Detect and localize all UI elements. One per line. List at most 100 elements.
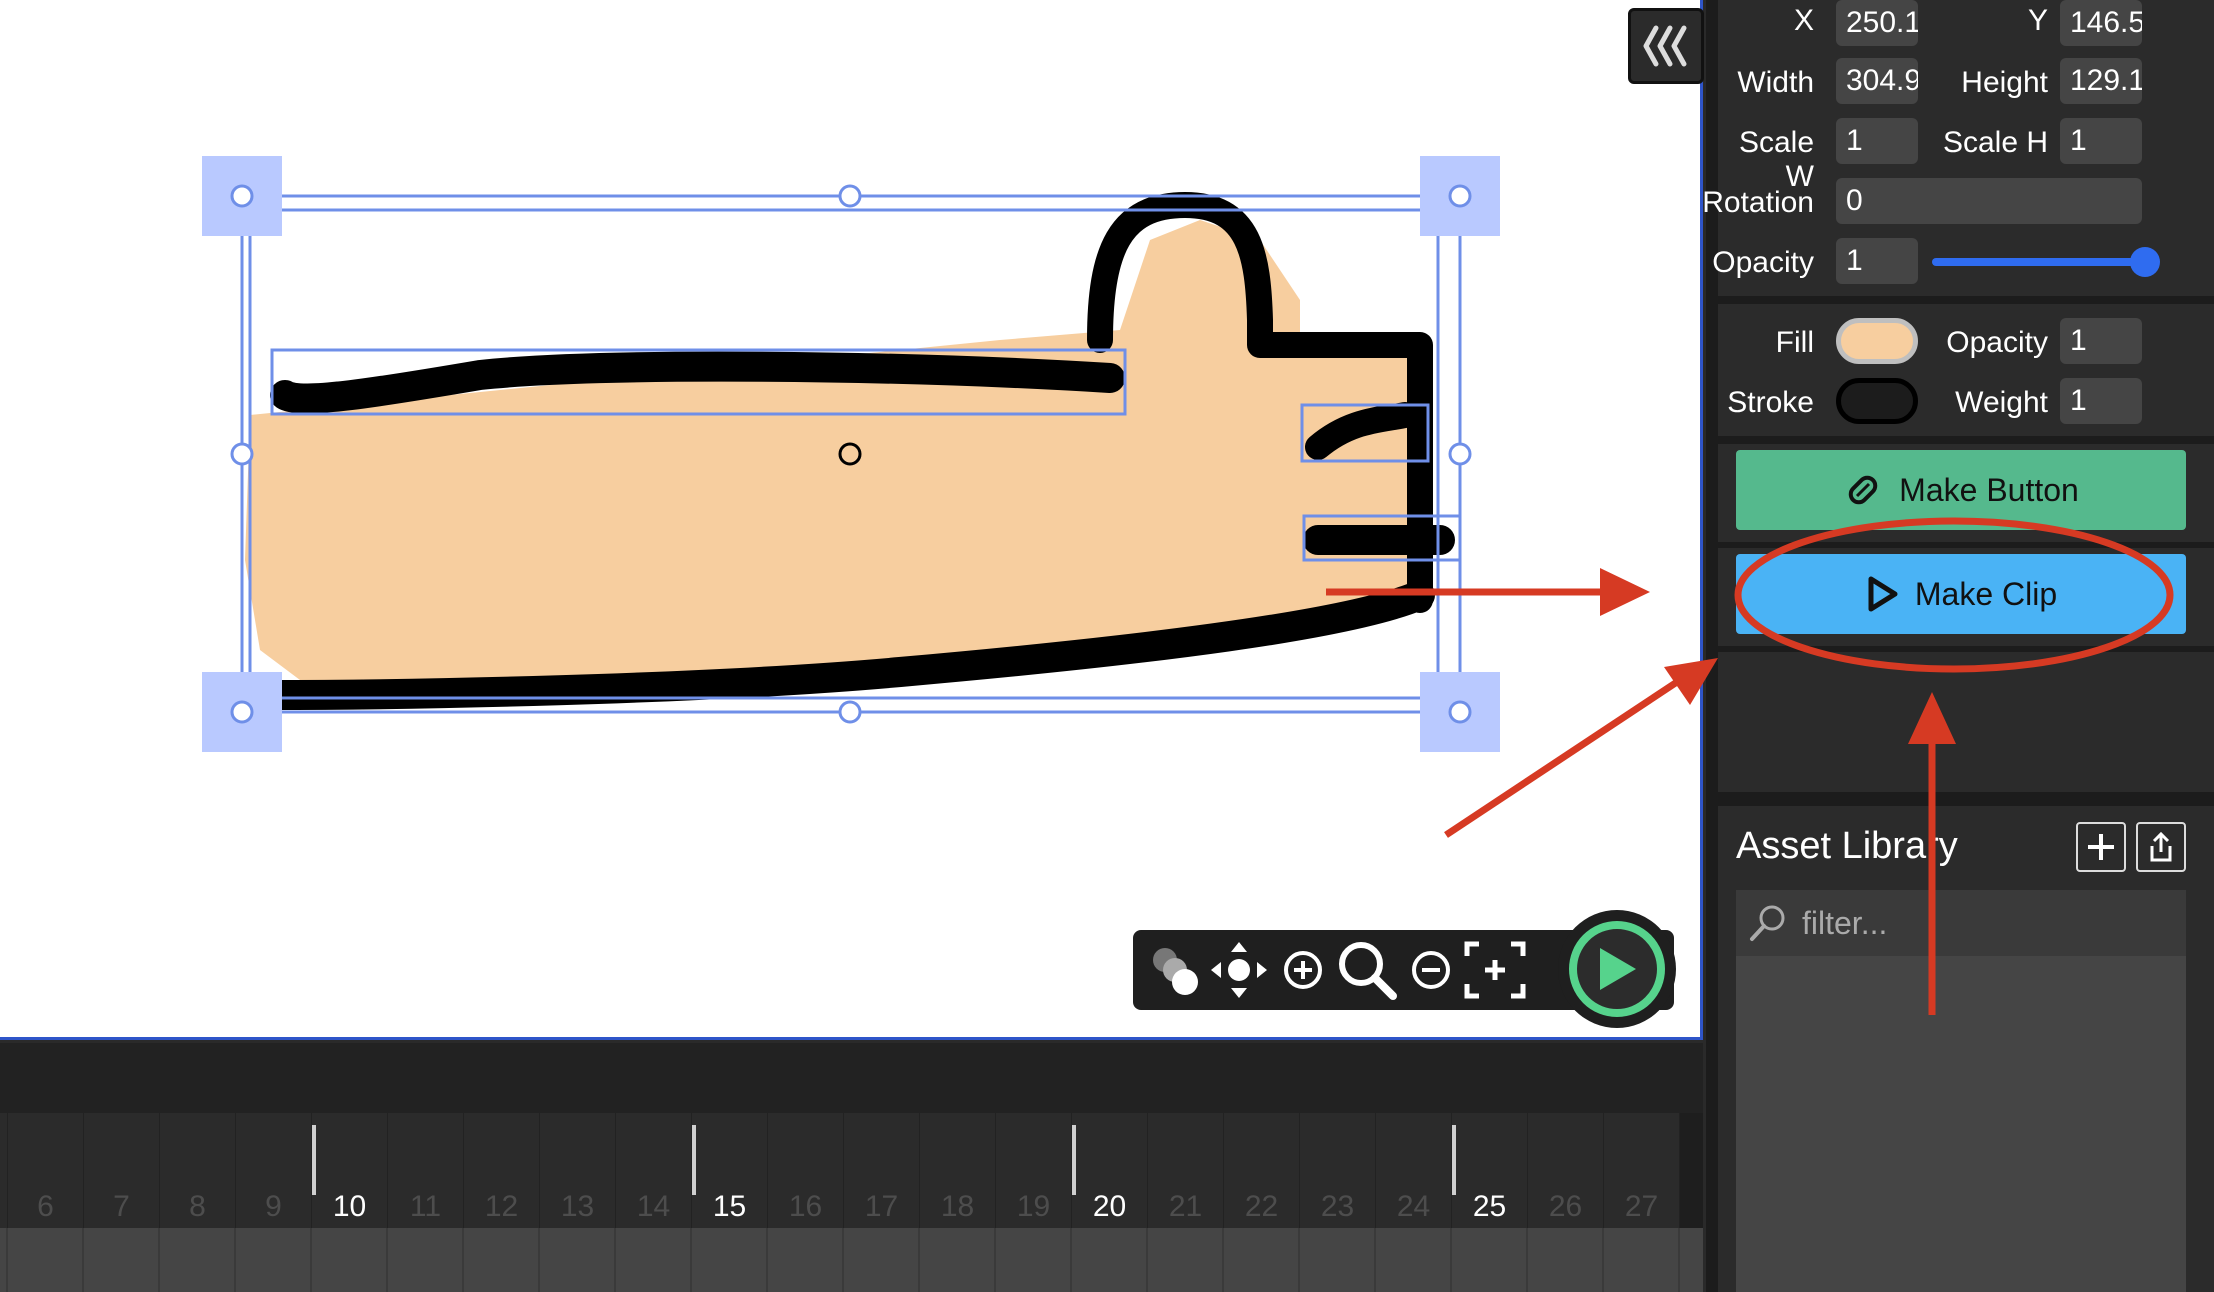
- make-clip-button[interactable]: Make Clip: [1736, 554, 2186, 634]
- frame-number: 6: [37, 1190, 54, 1223]
- frame-number: 14: [636, 1190, 671, 1223]
- panel-collapse-button[interactable]: [1628, 8, 1704, 84]
- frame-marker: [692, 1125, 696, 1195]
- timeline-frame-26[interactable]: 26: [1528, 1113, 1604, 1228]
- timeline-frame-24[interactable]: 24: [1376, 1113, 1452, 1228]
- frame-number: 15: [712, 1190, 747, 1223]
- asset-filter-input[interactable]: [1802, 904, 2182, 942]
- stroke-color-swatch[interactable]: [1836, 378, 1918, 424]
- timeline-frame-14[interactable]: 14: [616, 1113, 692, 1228]
- make-button-button[interactable]: Make Button: [1736, 450, 2186, 530]
- track-cell[interactable]: [1528, 1228, 1604, 1292]
- track-cell[interactable]: [1148, 1228, 1224, 1292]
- timeline-frame-7[interactable]: 7: [84, 1113, 160, 1228]
- export-asset-button[interactable]: [2136, 822, 2186, 872]
- track-cell[interactable]: [768, 1228, 844, 1292]
- app-root: 5678910111213141516171819202122232425262…: [0, 0, 2214, 1292]
- timeline-frame-9[interactable]: 9: [236, 1113, 312, 1228]
- zoom-out-button[interactable]: [1399, 935, 1463, 1005]
- frame-number: 12: [484, 1190, 519, 1223]
- weight-field[interactable]: 1: [2060, 378, 2142, 424]
- track-cell[interactable]: [996, 1228, 1072, 1292]
- track-cell[interactable]: [1072, 1228, 1148, 1292]
- track-cell[interactable]: [388, 1228, 464, 1292]
- track-cell[interactable]: [464, 1228, 540, 1292]
- play-button-ring: [1569, 921, 1665, 1017]
- fit-frame-button[interactable]: [1463, 935, 1527, 1005]
- track-cell[interactable]: [844, 1228, 920, 1292]
- share-icon: [2150, 831, 2172, 862]
- track-cell[interactable]: [920, 1228, 996, 1292]
- timeline-frame-13[interactable]: 13: [540, 1113, 616, 1228]
- timeline-frame-23[interactable]: 23: [1300, 1113, 1376, 1228]
- timeline-frame-10[interactable]: 10: [312, 1113, 388, 1228]
- track-cell[interactable]: [540, 1228, 616, 1292]
- timeline-frame-19[interactable]: 19: [996, 1113, 1072, 1228]
- timeline-frame-16[interactable]: 16: [768, 1113, 844, 1228]
- stroke-label: Stroke: [1727, 386, 1814, 419]
- stage-canvas[interactable]: [0, 0, 1703, 1040]
- timeline-frame-12[interactable]: 12: [464, 1113, 540, 1228]
- timeline-frame-22[interactable]: 22: [1224, 1113, 1300, 1228]
- frame-number: 13: [560, 1190, 595, 1223]
- timeline-frame-17[interactable]: 17: [844, 1113, 920, 1228]
- timeline-frame-21[interactable]: 21: [1148, 1113, 1224, 1228]
- search-icon: [1750, 905, 1785, 941]
- frame-number: 27: [1624, 1190, 1659, 1223]
- make-clip-label: Make Clip: [1914, 575, 2058, 612]
- x-field[interactable]: 250.1: [1836, 0, 1918, 46]
- timeline-frame-15[interactable]: 15: [692, 1113, 768, 1228]
- zoom-tool-button[interactable]: [1335, 935, 1399, 1005]
- track-cell[interactable]: [1604, 1228, 1680, 1292]
- opacity-slider-thumb[interactable]: [2130, 247, 2160, 277]
- timeline-frame-11[interactable]: 11: [388, 1113, 464, 1228]
- frame-marker: [1072, 1125, 1076, 1195]
- track-cell[interactable]: [616, 1228, 692, 1292]
- track-cell[interactable]: [1300, 1228, 1376, 1292]
- frame-number: 16: [788, 1190, 823, 1223]
- timeline-frame-8[interactable]: 8: [160, 1113, 236, 1228]
- onion-skin-button[interactable]: [1143, 935, 1207, 1005]
- zoom-out-icon: [1412, 951, 1450, 989]
- properties-panel: X 250.1 Y 146.5 Width 304.9 Height 129.1…: [1702, 0, 2214, 1292]
- zoom-in-button[interactable]: [1271, 935, 1335, 1005]
- opacity-field[interactable]: 1: [1836, 238, 1918, 284]
- track-cell[interactable]: [1224, 1228, 1300, 1292]
- track-cell[interactable]: [8, 1228, 84, 1292]
- frame-number: 25: [1472, 1190, 1507, 1223]
- y-field[interactable]: 146.5: [2060, 0, 2142, 46]
- track-cell[interactable]: [84, 1228, 160, 1292]
- timeline-frame-27[interactable]: 27: [1604, 1113, 1680, 1228]
- fill-color-swatch[interactable]: [1836, 318, 1918, 364]
- timeline-frame-25[interactable]: 25: [1452, 1113, 1528, 1228]
- track-cell[interactable]: [312, 1228, 388, 1292]
- zoom-in-icon: [1284, 951, 1322, 989]
- play-button[interactable]: [1558, 910, 1676, 1028]
- width-field[interactable]: 304.9: [1836, 58, 1918, 104]
- frame-number: 11: [409, 1190, 442, 1223]
- timeline-frame-5[interactable]: 5: [0, 1113, 8, 1228]
- rotation-field[interactable]: 0: [1836, 178, 2142, 224]
- track-cell[interactable]: [236, 1228, 312, 1292]
- track-cell[interactable]: [692, 1228, 768, 1292]
- pan-button[interactable]: [1207, 935, 1271, 1005]
- add-asset-button[interactable]: [2076, 822, 2126, 872]
- selected-drawing[interactable]: [0, 0, 1703, 1040]
- timeline-track[interactable]: [0, 1228, 1703, 1292]
- track-cell[interactable]: [160, 1228, 236, 1292]
- track-cell[interactable]: [0, 1228, 8, 1292]
- track-cell[interactable]: [1452, 1228, 1528, 1292]
- height-field[interactable]: 129.1: [2060, 58, 2142, 104]
- track-cell[interactable]: [1376, 1228, 1452, 1292]
- fill-opacity-field[interactable]: 1: [2060, 318, 2142, 364]
- onion-skin-icon: [1153, 948, 1198, 995]
- frame-number: 8: [189, 1190, 206, 1223]
- asset-list[interactable]: [1736, 956, 2186, 1292]
- timeline-frame-18[interactable]: 18: [920, 1113, 996, 1228]
- timeline-frame-6[interactable]: 6: [8, 1113, 84, 1228]
- opacity-slider[interactable]: [1932, 258, 2146, 266]
- scale-h-field[interactable]: 1: [2060, 118, 2142, 164]
- timeline-frame-20[interactable]: 20: [1072, 1113, 1148, 1228]
- weight-label: Weight: [1955, 386, 2048, 419]
- scale-w-field[interactable]: 1: [1836, 118, 1918, 164]
